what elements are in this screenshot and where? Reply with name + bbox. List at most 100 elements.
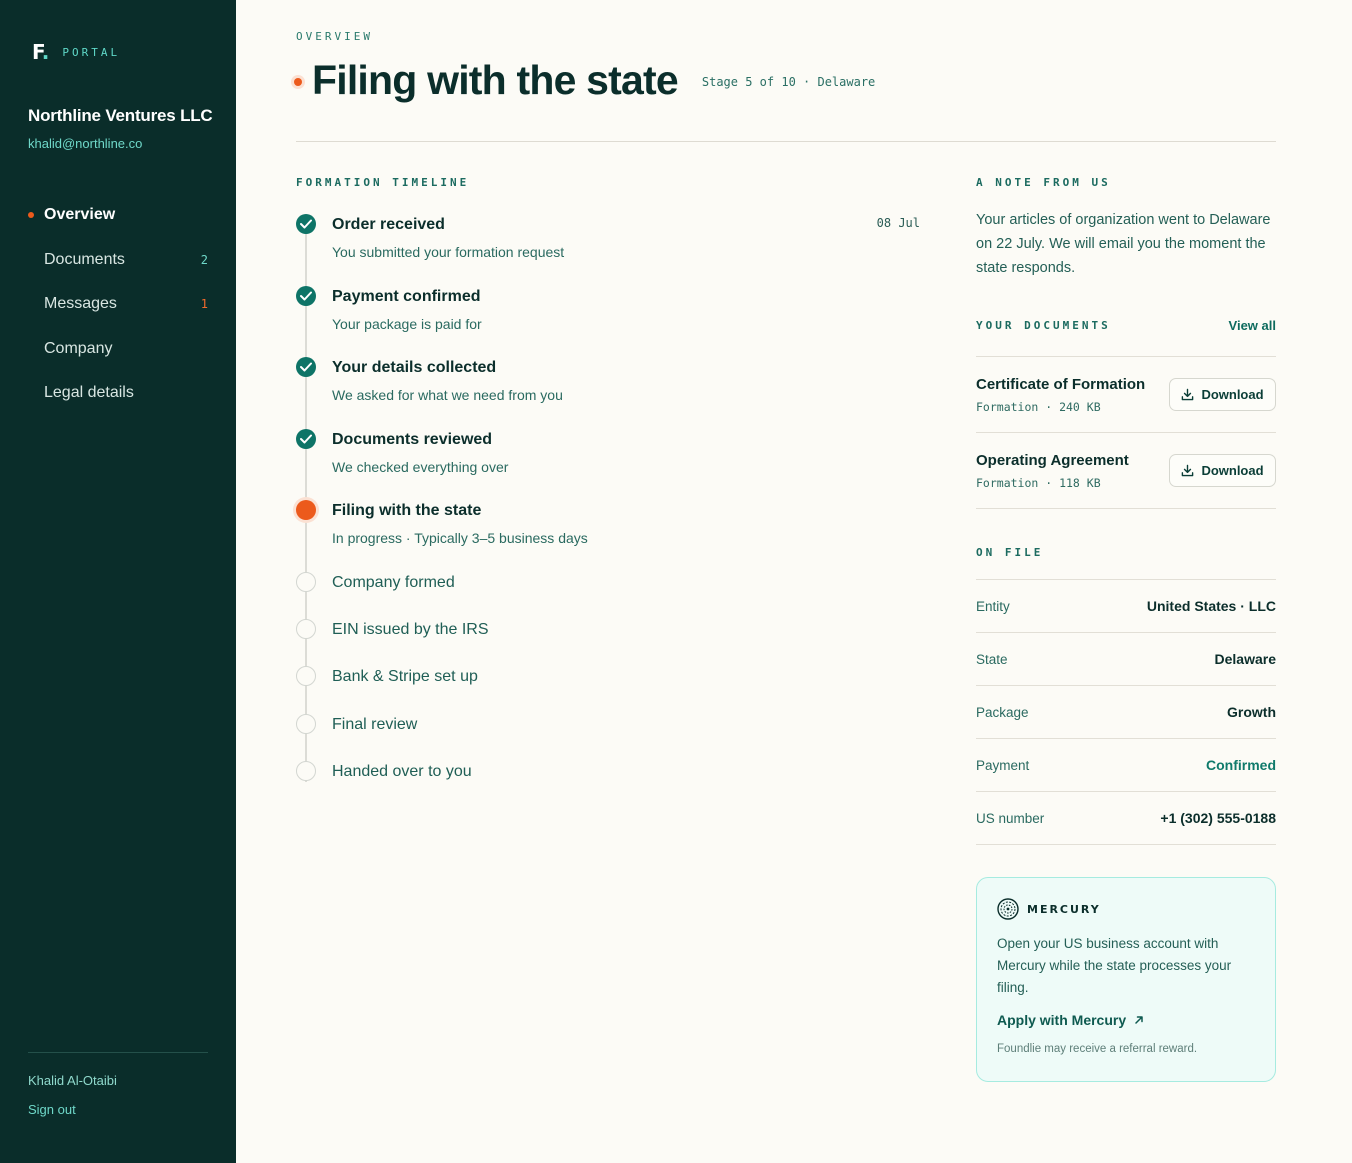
step-title: Order received bbox=[332, 216, 445, 233]
promo-brand: MERCURY bbox=[997, 898, 1101, 920]
note-heading: A NOTE FROM US bbox=[976, 176, 1111, 189]
step-title: Payment confirmed bbox=[332, 288, 481, 305]
sidebar-item-company[interactable]: Company bbox=[0, 327, 236, 372]
promo-disclaimer: Foundlie may receive a referral reward. bbox=[997, 1043, 1198, 1055]
on-file-heading: ON FILE bbox=[976, 546, 1044, 559]
document-row: Operating Agreement Formation · 118 KB D… bbox=[976, 433, 1276, 509]
step-title: Handed over to you bbox=[332, 763, 472, 780]
sidebar-nav: Overview Documents 2 Messages 1 Company … bbox=[0, 193, 236, 416]
document-meta: Formation · 240 KB bbox=[976, 400, 1101, 414]
view-all-link[interactable]: View all bbox=[1229, 318, 1276, 333]
download-label: Download bbox=[1201, 387, 1264, 402]
pending-circle-icon bbox=[296, 761, 316, 781]
stage-indicator: Stage 5 of 10 · Delaware bbox=[701, 75, 876, 89]
apply-with-mercury-link[interactable]: Apply with Mercury bbox=[997, 1012, 1144, 1028]
documents-count-badge: 2 bbox=[200, 252, 208, 267]
on-file-row-entity: Entity United States · LLC bbox=[976, 580, 1276, 633]
arrow-up-right-icon bbox=[1135, 1016, 1143, 1024]
field-value: Delaware bbox=[1214, 651, 1276, 667]
on-file-row-us-number: US number +1 (302) 555-0188 bbox=[976, 792, 1276, 845]
active-indicator bbox=[28, 212, 34, 219]
sidebar: F. PORTAL Northline Ventures LLC khalid@… bbox=[0, 0, 236, 1163]
sidebar-item-label: Overview bbox=[44, 206, 116, 224]
promo-text: Open your US business account with Mercu… bbox=[997, 936, 1232, 995]
sidebar-item-documents[interactable]: Documents 2 bbox=[0, 238, 236, 283]
step-title: EIN issued by the IRS bbox=[332, 621, 489, 638]
check-icon bbox=[296, 286, 316, 306]
company-name: Northline Ventures LLC bbox=[28, 106, 213, 125]
document-meta: Formation · 118 KB bbox=[976, 476, 1101, 490]
check-icon bbox=[296, 214, 316, 234]
logo: F. bbox=[32, 40, 49, 64]
divider bbox=[296, 141, 1276, 142]
timeline-heading: FORMATION TIMELINE bbox=[296, 176, 470, 189]
brand-label: PORTAL bbox=[62, 45, 121, 59]
step-title: Your details collected bbox=[332, 359, 497, 376]
on-file-row-package: Package Growth bbox=[976, 686, 1276, 739]
messages-count-badge: 1 bbox=[200, 297, 208, 312]
pending-circle-icon bbox=[296, 572, 316, 592]
step-subtitle: You submitted your formation request bbox=[332, 244, 565, 260]
on-file-row-payment: Payment Confirmed bbox=[976, 739, 1276, 792]
company-email: khalid@northline.co bbox=[28, 136, 143, 151]
download-button[interactable]: Download bbox=[1169, 378, 1276, 411]
step-title: Filing with the state bbox=[332, 502, 482, 519]
document-row: Certificate of Formation Formation · 240… bbox=[976, 357, 1276, 433]
step-title: Bank & Stripe set up bbox=[332, 668, 478, 685]
sidebar-item-label: Legal details bbox=[44, 384, 134, 402]
note-text: Your articles of organization went to De… bbox=[976, 212, 1271, 276]
sign-out-link[interactable]: Sign out bbox=[28, 1102, 76, 1117]
promo-brand-name: MERCURY bbox=[1027, 902, 1101, 916]
in-progress-dot-icon bbox=[296, 500, 316, 520]
step-subtitle: In progress · Typically 3–5 business day… bbox=[332, 530, 588, 546]
pending-circle-icon bbox=[296, 666, 316, 686]
sidebar-item-label: Company bbox=[44, 339, 113, 357]
status-dot-icon bbox=[294, 78, 302, 86]
download-label: Download bbox=[1201, 463, 1264, 478]
document-name: Operating Agreement bbox=[976, 452, 1129, 469]
user-name: Khalid Al-Otaibi bbox=[28, 1073, 117, 1088]
page-title: Filing with the state bbox=[312, 57, 679, 103]
mercury-logo-icon bbox=[997, 898, 1019, 920]
mercury-promo-card: MERCURY Open your US business account wi… bbox=[976, 877, 1276, 1082]
pending-circle-icon bbox=[296, 714, 316, 734]
page-eyebrow: OVERVIEW bbox=[296, 30, 373, 43]
step-subtitle: Your package is paid for bbox=[332, 316, 482, 332]
download-icon bbox=[1182, 388, 1194, 401]
on-file-list: Entity United States · LLC State Delawar… bbox=[976, 579, 1276, 845]
field-value: United States · LLC bbox=[1146, 598, 1276, 614]
check-icon bbox=[296, 429, 316, 449]
sidebar-item-label: Documents bbox=[44, 250, 125, 268]
documents-header: YOUR DOCUMENTS View all bbox=[976, 318, 1276, 333]
field-value: +1 (302) 555-0188 bbox=[1160, 810, 1276, 826]
on-file-row-state: State Delaware bbox=[976, 633, 1276, 686]
sidebar-item-label: Messages bbox=[44, 295, 117, 313]
step-date: 08 Jul bbox=[876, 216, 920, 230]
sidebar-item-overview[interactable]: Overview bbox=[0, 193, 236, 238]
field-label: Payment bbox=[976, 757, 1030, 773]
step-title: Documents reviewed bbox=[332, 431, 493, 448]
check-icon bbox=[296, 357, 316, 377]
field-label: State bbox=[976, 651, 1008, 667]
step-subtitle: We asked for what we need from you bbox=[332, 387, 563, 403]
documents-heading: YOUR DOCUMENTS bbox=[976, 319, 1111, 332]
step-subtitle: We checked everything over bbox=[332, 459, 509, 475]
pending-circle-icon bbox=[296, 619, 316, 639]
sidebar-footer: Khalid Al-Otaibi Sign out bbox=[28, 1052, 208, 1119]
step-title: Company formed bbox=[332, 574, 455, 591]
sidebar-item-legal-details[interactable]: Legal details bbox=[0, 371, 236, 416]
step-title: Final review bbox=[332, 716, 418, 733]
title-row: Filing with the state Stage 5 of 10 · De… bbox=[294, 56, 875, 104]
field-value: Growth bbox=[1227, 704, 1276, 720]
download-icon bbox=[1182, 464, 1194, 477]
download-button[interactable]: Download bbox=[1169, 454, 1276, 487]
documents-list: Certificate of Formation Formation · 240… bbox=[976, 356, 1276, 509]
sidebar-item-messages[interactable]: Messages 1 bbox=[0, 282, 236, 327]
payment-status: Confirmed bbox=[1206, 757, 1276, 773]
field-label: Entity bbox=[976, 598, 1010, 614]
field-label: US number bbox=[976, 810, 1045, 826]
field-label: Package bbox=[976, 704, 1029, 720]
brand[interactable]: F. PORTAL bbox=[32, 42, 120, 62]
promo-link-label: Apply with Mercury bbox=[997, 1012, 1127, 1028]
document-name: Certificate of Formation bbox=[976, 376, 1146, 393]
